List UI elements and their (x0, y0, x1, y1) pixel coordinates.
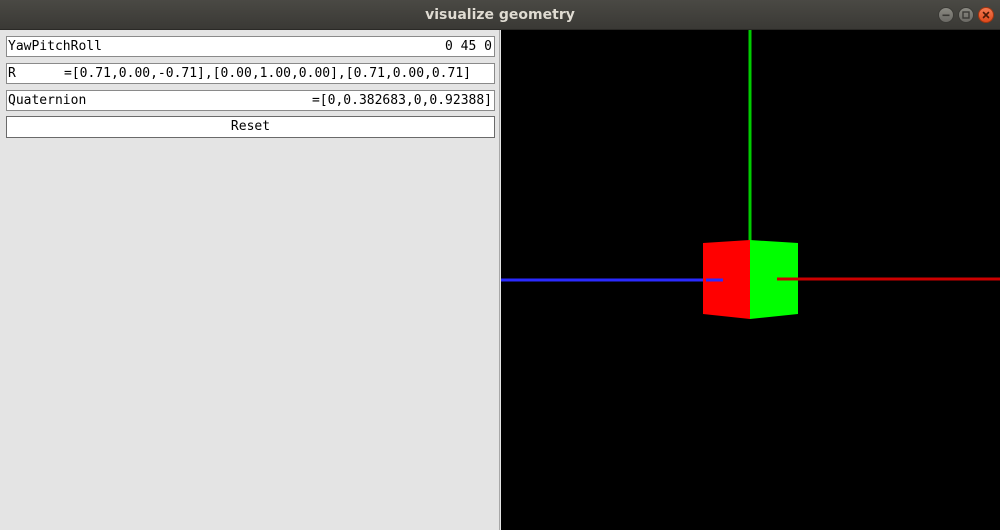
minimize-icon[interactable] (938, 7, 954, 23)
controls-panel: YawPitchRoll 0 45 0 R =[0.71,0.00,-0.71]… (0, 30, 500, 530)
title-bar[interactable]: visualize geometry (0, 0, 1000, 30)
close-icon[interactable] (978, 7, 994, 23)
quaternion-field[interactable]: Quaternion =[0,0.382683,0,0.92388] (6, 90, 495, 111)
rotation-matrix-field[interactable]: R =[0.71,0.00,-0.71],[0.00,1.00,0.00],[0… (6, 63, 495, 84)
app-window: visualize geometry YawPitchRoll 0 45 0 R… (0, 0, 1000, 530)
yaw-pitch-roll-value[interactable]: 0 45 0 (445, 37, 492, 56)
window-title: visualize geometry (425, 7, 575, 23)
3d-viewport[interactable] (501, 30, 1000, 530)
quaternion-label: Quaternion (8, 93, 87, 108)
scene-canvas (501, 30, 1000, 319)
maximize-icon[interactable] (958, 7, 974, 23)
reset-button[interactable]: Reset (6, 116, 495, 138)
yaw-pitch-roll-label: YawPitchRoll (8, 39, 102, 54)
yaw-pitch-roll-field[interactable]: YawPitchRoll 0 45 0 (6, 36, 495, 57)
quaternion-value[interactable]: =[0,0.382683,0,0.92388] (312, 91, 492, 110)
rotation-matrix-label: R (8, 66, 16, 81)
rotation-matrix-value[interactable]: =[0.71,0.00,-0.71],[0.00,1.00,0.00],[0.7… (64, 64, 471, 83)
